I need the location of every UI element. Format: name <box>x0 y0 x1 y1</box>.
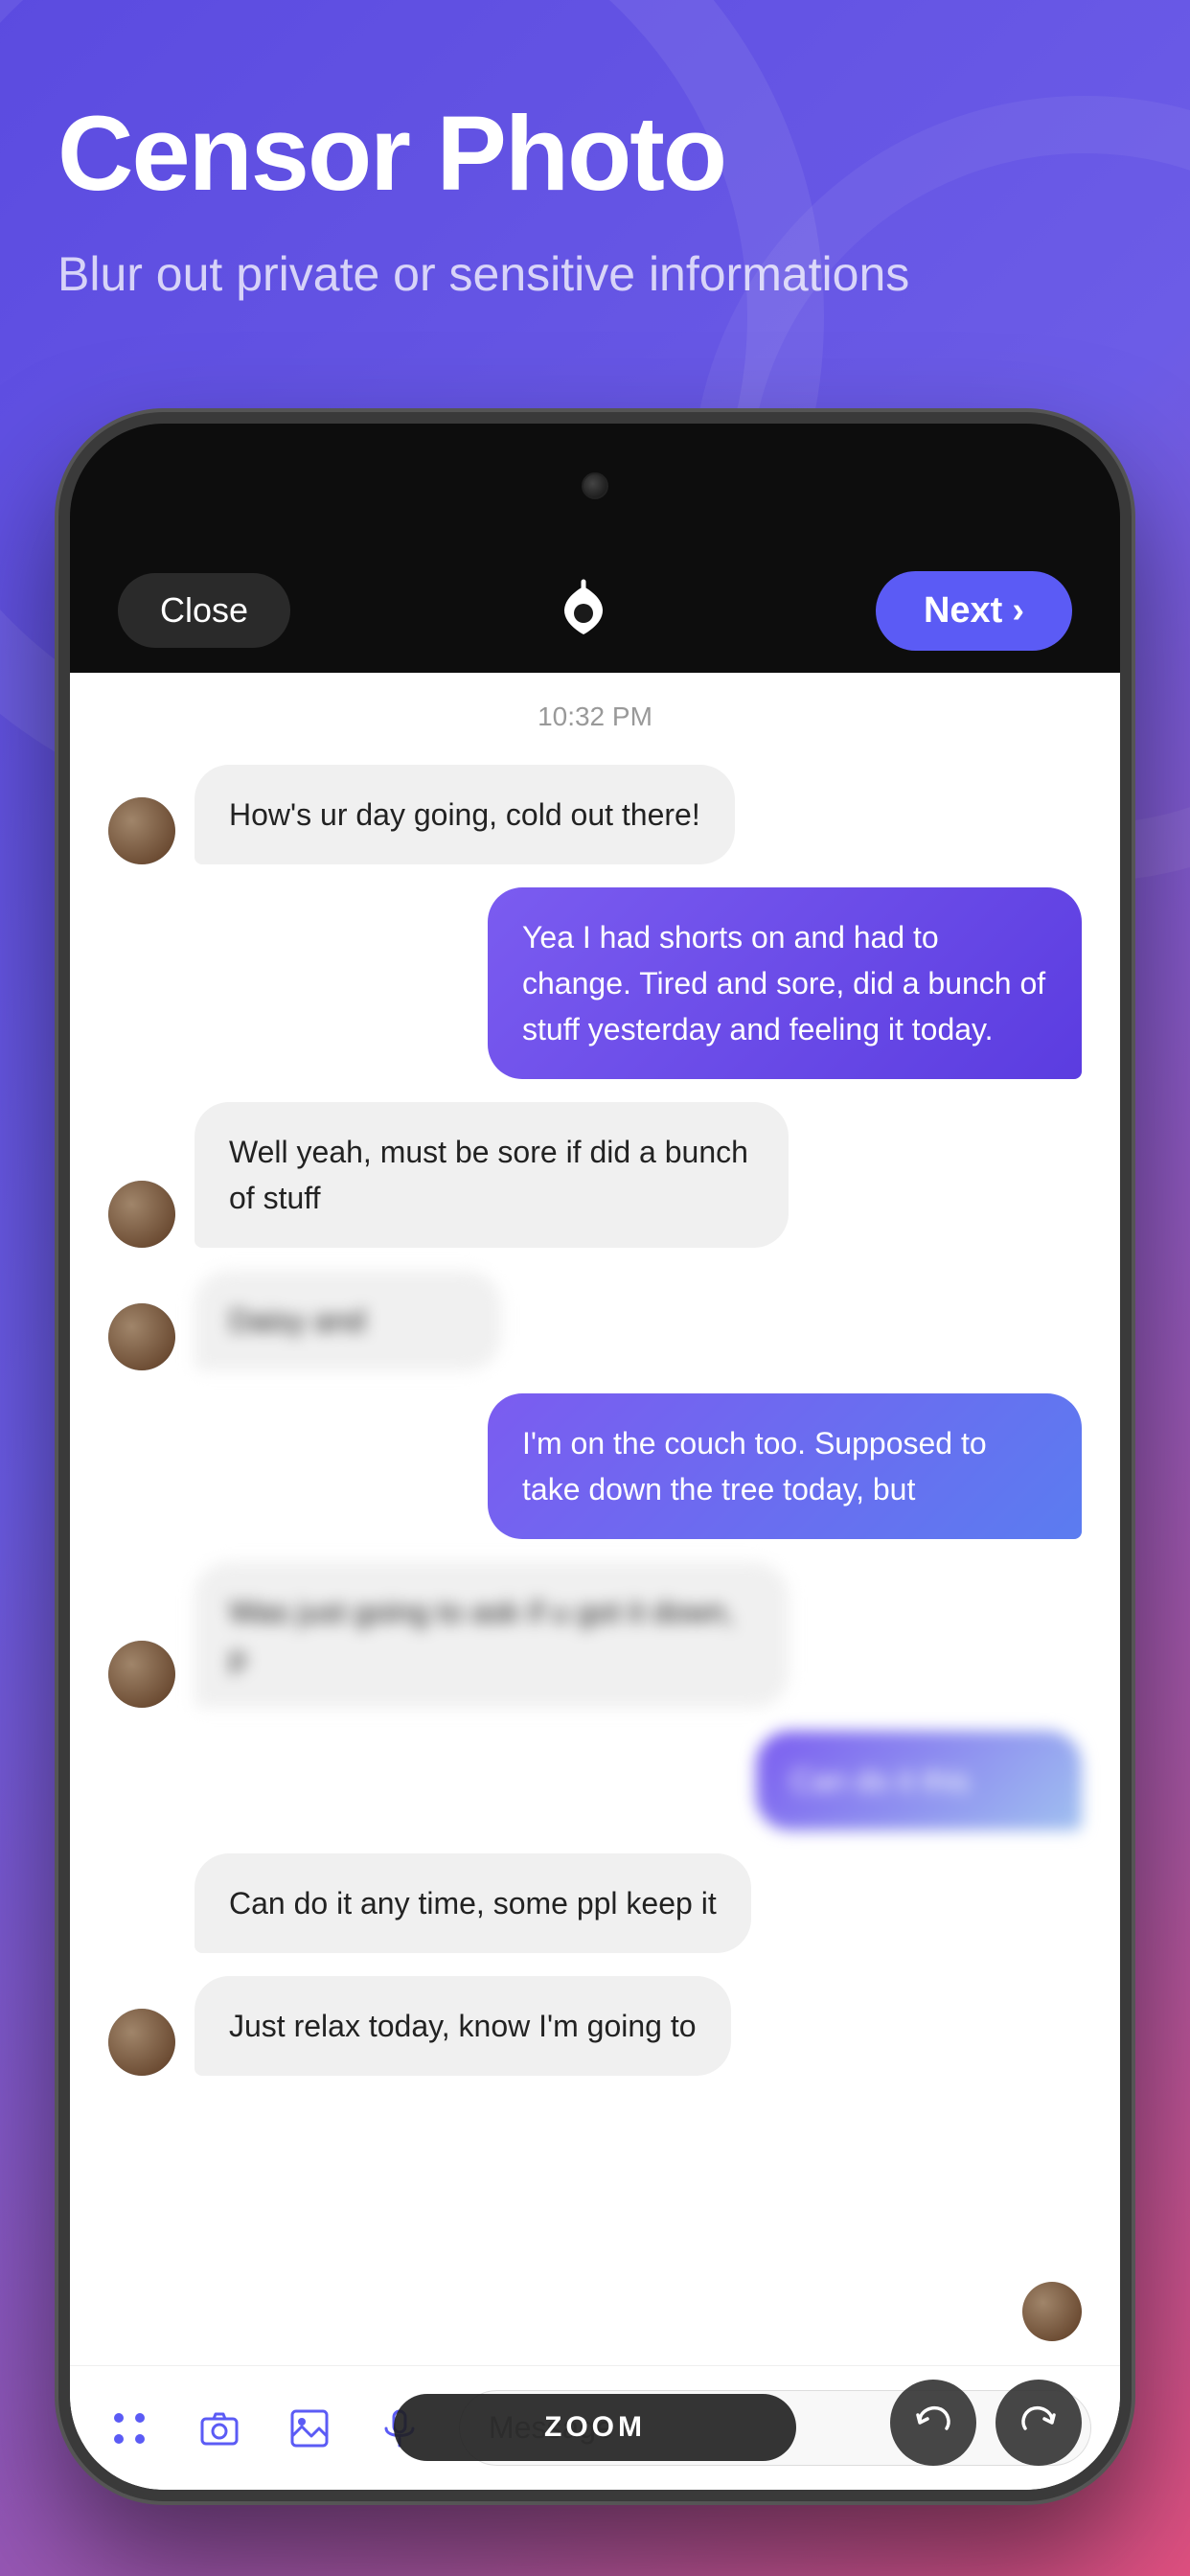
message-row: Just relax today, know I'm going to <box>108 1976 1082 2076</box>
message-row: Well yeah, must be sore if did a bunch o… <box>108 1102 1082 1248</box>
redo-button[interactable] <box>995 2380 1082 2466</box>
gallery-icon[interactable] <box>279 2398 340 2459</box>
censor-icon <box>550 577 617 644</box>
avatar-image <box>108 2009 175 2076</box>
chat-bubble: Yea I had shorts on and had to change. T… <box>488 887 1082 1079</box>
chat-screen: 10:32 PM How's ur day going, cold out th… <box>70 673 1120 2490</box>
message-row: How's ur day going, cold out there! <box>108 765 1082 864</box>
action-buttons <box>890 2380 1082 2466</box>
camera-icon[interactable] <box>189 2398 250 2459</box>
chat-bubble-blurred: Was just going to ask if u got it down, … <box>195 1562 789 1708</box>
corner-avatar <box>1022 2282 1082 2341</box>
chat-timestamp: 10:32 PM <box>108 702 1082 732</box>
avatar <box>108 797 175 864</box>
avatar <box>108 2009 175 2076</box>
page-subtitle: Blur out private or sensitive informatio… <box>57 241 1133 308</box>
chat-bubble: Just relax today, know I'm going to <box>195 1976 731 2076</box>
message-row: I'm on the couch too. Supposed to take d… <box>108 1393 1082 1539</box>
avatar-image <box>108 797 175 864</box>
chat-bubble: I'm on the couch too. Supposed to take d… <box>488 1393 1082 1539</box>
grid-dots-icon[interactable] <box>99 2398 160 2459</box>
phone-screen-inner: Close Next › 10:32 PM <box>70 424 1120 2490</box>
chat-messages-area: 10:32 PM How's ur day going, cold out th… <box>70 673 1120 2365</box>
avatar-image <box>108 1181 175 1248</box>
page-title: Censor Photo <box>57 96 1133 212</box>
phone-frame: Close Next › 10:32 PM <box>58 412 1132 2501</box>
avatar <box>108 1303 175 1370</box>
message-row: Daisy and <box>108 1271 1082 1370</box>
chat-bubble: How's ur day going, cold out there! <box>195 765 735 864</box>
message-row: Yea I had shorts on and had to change. T… <box>108 887 1082 1079</box>
chat-bubble-blurred: Can do it this <box>756 1731 1082 1830</box>
message-row: Can do it this <box>108 1731 1082 1830</box>
front-camera <box>582 472 608 499</box>
chat-bubble: Can do it any time, some ppl keep it <box>195 1853 751 1953</box>
chat-bubble: Well yeah, must be sore if did a bunch o… <box>195 1102 789 1248</box>
zoom-bar: ZOOM <box>394 2394 796 2461</box>
phone-notch <box>70 424 1120 548</box>
phone-device: Close Next › 10:32 PM <box>58 412 1132 2501</box>
avatar <box>108 1641 175 1708</box>
message-row: Was just going to ask if u got it down, … <box>108 1562 1082 1708</box>
undo-button[interactable] <box>890 2380 976 2466</box>
next-button[interactable]: Next › <box>876 571 1072 651</box>
avatar <box>108 1181 175 1248</box>
app-toolbar: Close Next › <box>70 548 1120 673</box>
chat-bubble-blurred: Daisy and <box>195 1271 501 1370</box>
close-button[interactable]: Close <box>118 573 290 648</box>
zoom-label: ZOOM <box>544 2411 646 2444</box>
avatar-image <box>108 1641 175 1708</box>
avatar-image <box>108 1303 175 1370</box>
message-row: Can do it any time, some ppl keep it <box>108 1853 1082 1953</box>
header-section: Censor Photo Blur out private or sensiti… <box>57 96 1133 308</box>
